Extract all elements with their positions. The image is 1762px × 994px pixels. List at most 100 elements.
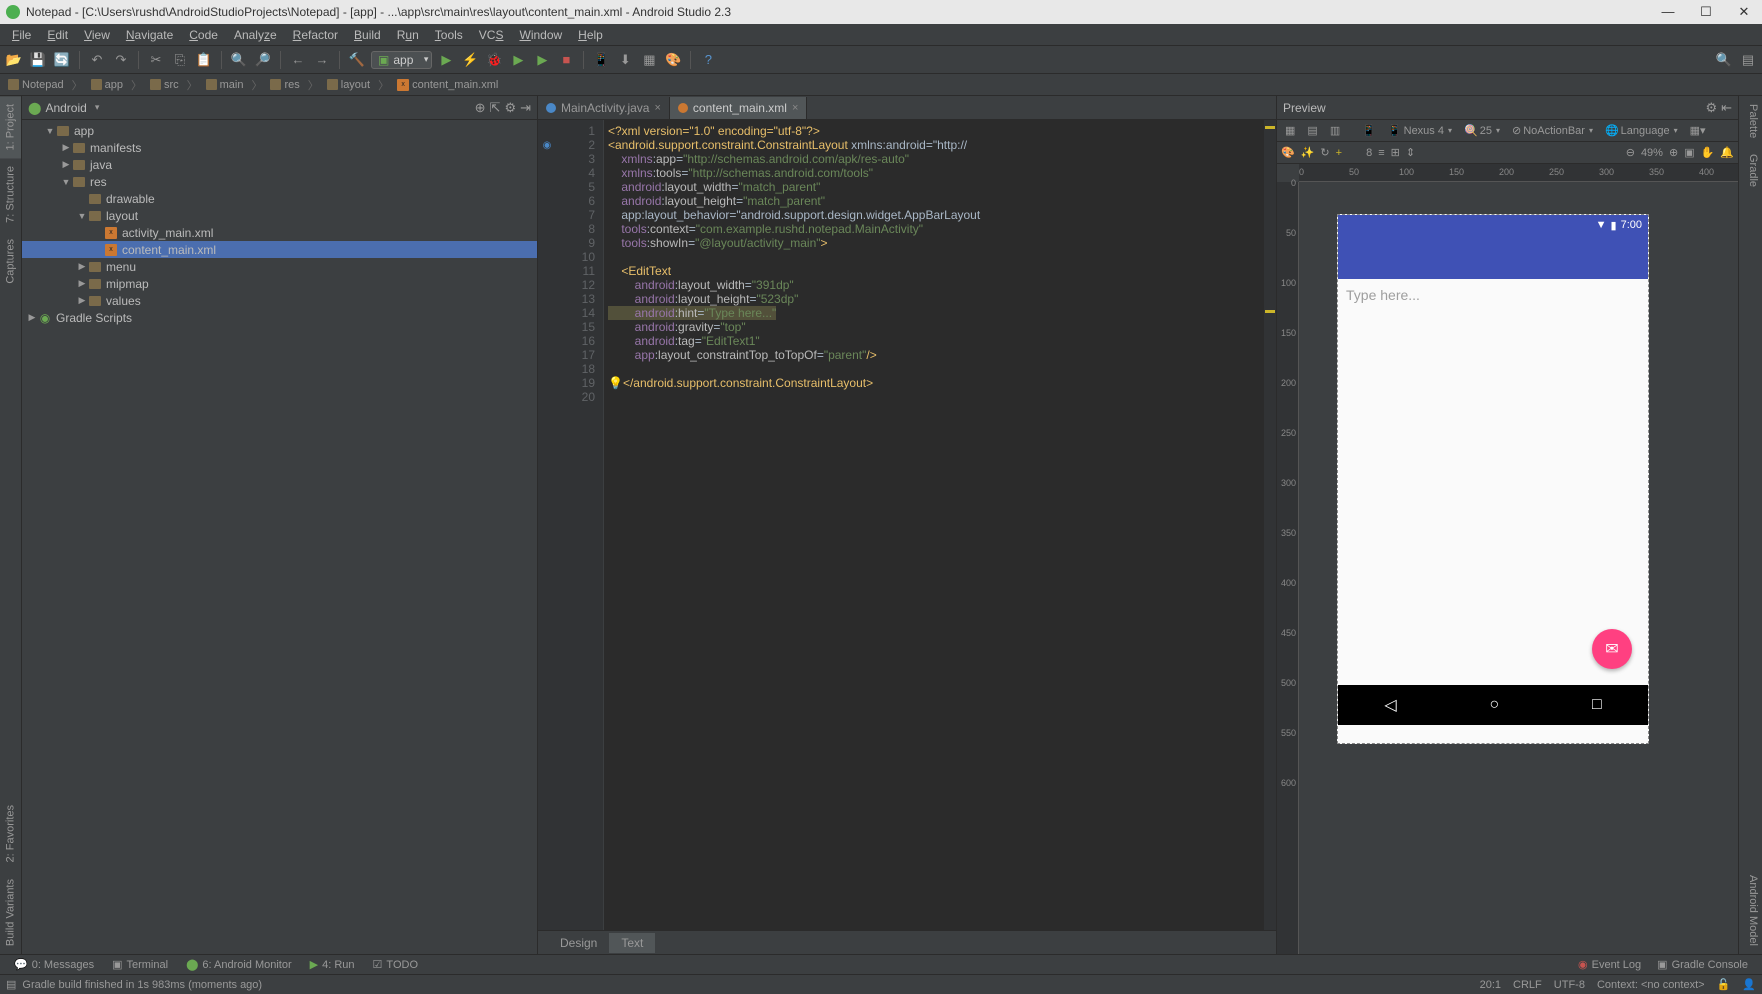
tree-node-gradle-scripts[interactable]: ▶◉Gradle Scripts	[22, 309, 537, 326]
status-icon[interactable]: ▤	[6, 978, 16, 991]
tree-node-drawable[interactable]: drawable	[22, 190, 537, 207]
back-icon[interactable]: ←	[288, 50, 308, 70]
forward-icon[interactable]: →	[312, 50, 332, 70]
gradle-tool-tab[interactable]: Gradle	[1739, 146, 1762, 195]
gradle-console-tab[interactable]: ▣Gradle Console	[1649, 957, 1756, 972]
open-icon[interactable]: 📂	[4, 50, 24, 70]
help-icon[interactable]: ?	[698, 50, 718, 70]
design-tab[interactable]: Design	[548, 933, 609, 953]
title-bar[interactable]: Notepad - [C:\Users\rushd\AndroidStudioP…	[0, 0, 1762, 24]
avd-manager-icon[interactable]: 📱	[591, 50, 611, 70]
pan-icon[interactable]: ✋	[1701, 146, 1715, 159]
find-icon[interactable]: 🔍	[229, 50, 249, 70]
context-selector[interactable]: Context: <no context>	[1597, 979, 1705, 991]
menu-refactor[interactable]: Refactor	[285, 26, 346, 44]
minimize-button[interactable]: —	[1656, 4, 1680, 20]
run-coverage-icon[interactable]: ▶	[508, 50, 528, 70]
hide-icon[interactable]: ⇥	[520, 100, 531, 116]
editor-tab-main-activity[interactable]: MainActivity.java×	[538, 97, 670, 119]
tree-node-res[interactable]: ▼res	[22, 173, 537, 190]
hide-icon[interactable]: ⇤	[1721, 100, 1732, 116]
overview-ruler[interactable]	[1264, 120, 1276, 930]
breadcrumb[interactable]: layout	[323, 78, 374, 92]
menu-view[interactable]: View	[76, 26, 118, 44]
layout-inspector-icon[interactable]: ▦	[639, 50, 659, 70]
refresh-icon[interactable]: ↻	[1320, 146, 1329, 159]
wand-icon[interactable]: ✨	[1301, 146, 1315, 159]
gear-icon[interactable]: ⚙	[1705, 100, 1717, 116]
design-surface-icon[interactable]: ▦	[1281, 123, 1299, 138]
line-ending[interactable]: CRLF	[1513, 979, 1542, 991]
run-config-dropdown[interactable]: ▣app	[371, 51, 432, 69]
sync-icon[interactable]: 🔄	[52, 50, 72, 70]
hector-icon[interactable]: 👤	[1742, 978, 1756, 991]
tree-node-java[interactable]: ▶java	[22, 156, 537, 173]
project-tool-tab[interactable]: 1: Project	[0, 96, 21, 158]
close-button[interactable]: ✕	[1732, 4, 1756, 20]
android-monitor-tab[interactable]: ⬤6: Android Monitor	[178, 957, 300, 972]
tree-node-menu[interactable]: ▶menu	[22, 258, 537, 275]
tree-node-layout[interactable]: ▼layout	[22, 207, 537, 224]
breadcrumb[interactable]: main	[202, 78, 248, 92]
messages-tab[interactable]: 💬0: Messages	[6, 957, 102, 972]
cut-icon[interactable]: ✂	[146, 50, 166, 70]
run-tab[interactable]: ▶4: Run	[302, 957, 363, 972]
breadcrumb[interactable]: xcontent_main.xml	[393, 78, 502, 92]
undo-icon[interactable]: ↶	[87, 50, 107, 70]
search-everywhere-icon[interactable]: 🔍	[1714, 50, 1734, 70]
android-model-tool-tab[interactable]: Android Model	[1739, 867, 1762, 954]
file-encoding[interactable]: UTF-8	[1554, 979, 1585, 991]
profile-icon[interactable]: ▶	[532, 50, 552, 70]
structure-tool-tab[interactable]: 7: Structure	[0, 158, 21, 231]
debug-icon[interactable]: 🐞	[484, 50, 504, 70]
gear-icon[interactable]: ⚙	[504, 100, 516, 116]
tree-node-app[interactable]: ▼app	[22, 122, 537, 139]
scroll-from-source-icon[interactable]: ⊕	[475, 100, 486, 116]
breadcrumb[interactable]: Notepad	[4, 78, 68, 92]
close-icon[interactable]: ×	[654, 102, 660, 114]
zoom-out-icon[interactable]: ⊖	[1626, 146, 1635, 159]
api-selector[interactable]: 🍭25	[1460, 123, 1504, 138]
warnings-icon[interactable]: 🔔	[1720, 146, 1734, 159]
locale-selector[interactable]: 🌐Language	[1601, 123, 1682, 138]
project-view-selector[interactable]: ⬤ Android	[28, 101, 475, 115]
palette-icon[interactable]: 🎨	[1281, 146, 1295, 159]
replace-icon[interactable]: 🔎	[253, 50, 273, 70]
menu-code[interactable]: Code	[181, 26, 226, 44]
add-icon[interactable]: +	[1336, 147, 1342, 159]
menu-navigate[interactable]: Navigate	[118, 26, 181, 44]
tree-node-activity-main[interactable]: xactivity_main.xml	[22, 224, 537, 241]
run-icon[interactable]: ▶	[436, 50, 456, 70]
redo-icon[interactable]: ↷	[111, 50, 131, 70]
build-variants-tool-tab[interactable]: Build Variants	[0, 871, 21, 954]
tree-node-values[interactable]: ▶values	[22, 292, 537, 309]
theme-editor-icon[interactable]: 🎨	[663, 50, 683, 70]
maximize-button[interactable]: ☐	[1694, 4, 1718, 20]
menu-run[interactable]: Run	[389, 26, 427, 44]
fit-icon[interactable]: ▣	[1684, 146, 1694, 159]
tree-node-mipmap[interactable]: ▶mipmap	[22, 275, 537, 292]
captures-tool-tab[interactable]: Captures	[0, 231, 21, 292]
menu-build[interactable]: Build	[346, 26, 389, 44]
menu-vcs[interactable]: VCS	[471, 26, 512, 44]
breadcrumb[interactable]: app	[87, 78, 127, 92]
theme-selector[interactable]: ⊘NoActionBar	[1508, 123, 1597, 138]
settings-icon[interactable]: ▤	[1738, 50, 1758, 70]
related-file-icon[interactable]: ◉	[538, 138, 556, 152]
editor-tab-content-main[interactable]: content_main.xml×	[670, 97, 807, 119]
collapse-icon[interactable]: ⇱	[490, 100, 501, 116]
save-icon[interactable]: 💾	[28, 50, 48, 70]
paste-icon[interactable]: 📋	[194, 50, 214, 70]
device-selector[interactable]: 📱Nexus 4	[1384, 123, 1456, 138]
copy-icon[interactable]: ⎘	[170, 50, 190, 70]
pack-icon[interactable]: ⇕	[1406, 146, 1415, 159]
menu-analyze[interactable]: Analyze	[226, 26, 285, 44]
menu-help[interactable]: Help	[570, 26, 611, 44]
apply-changes-icon[interactable]: ⚡	[460, 50, 480, 70]
menu-edit[interactable]: Edit	[39, 26, 76, 44]
variants-icon[interactable]: ▦▾	[1686, 123, 1710, 138]
sdk-manager-icon[interactable]: ⬇	[615, 50, 635, 70]
favorites-tool-tab[interactable]: 2: Favorites	[0, 797, 21, 870]
menu-file[interactable]: File	[4, 26, 39, 44]
make-icon[interactable]: 🔨	[347, 50, 367, 70]
